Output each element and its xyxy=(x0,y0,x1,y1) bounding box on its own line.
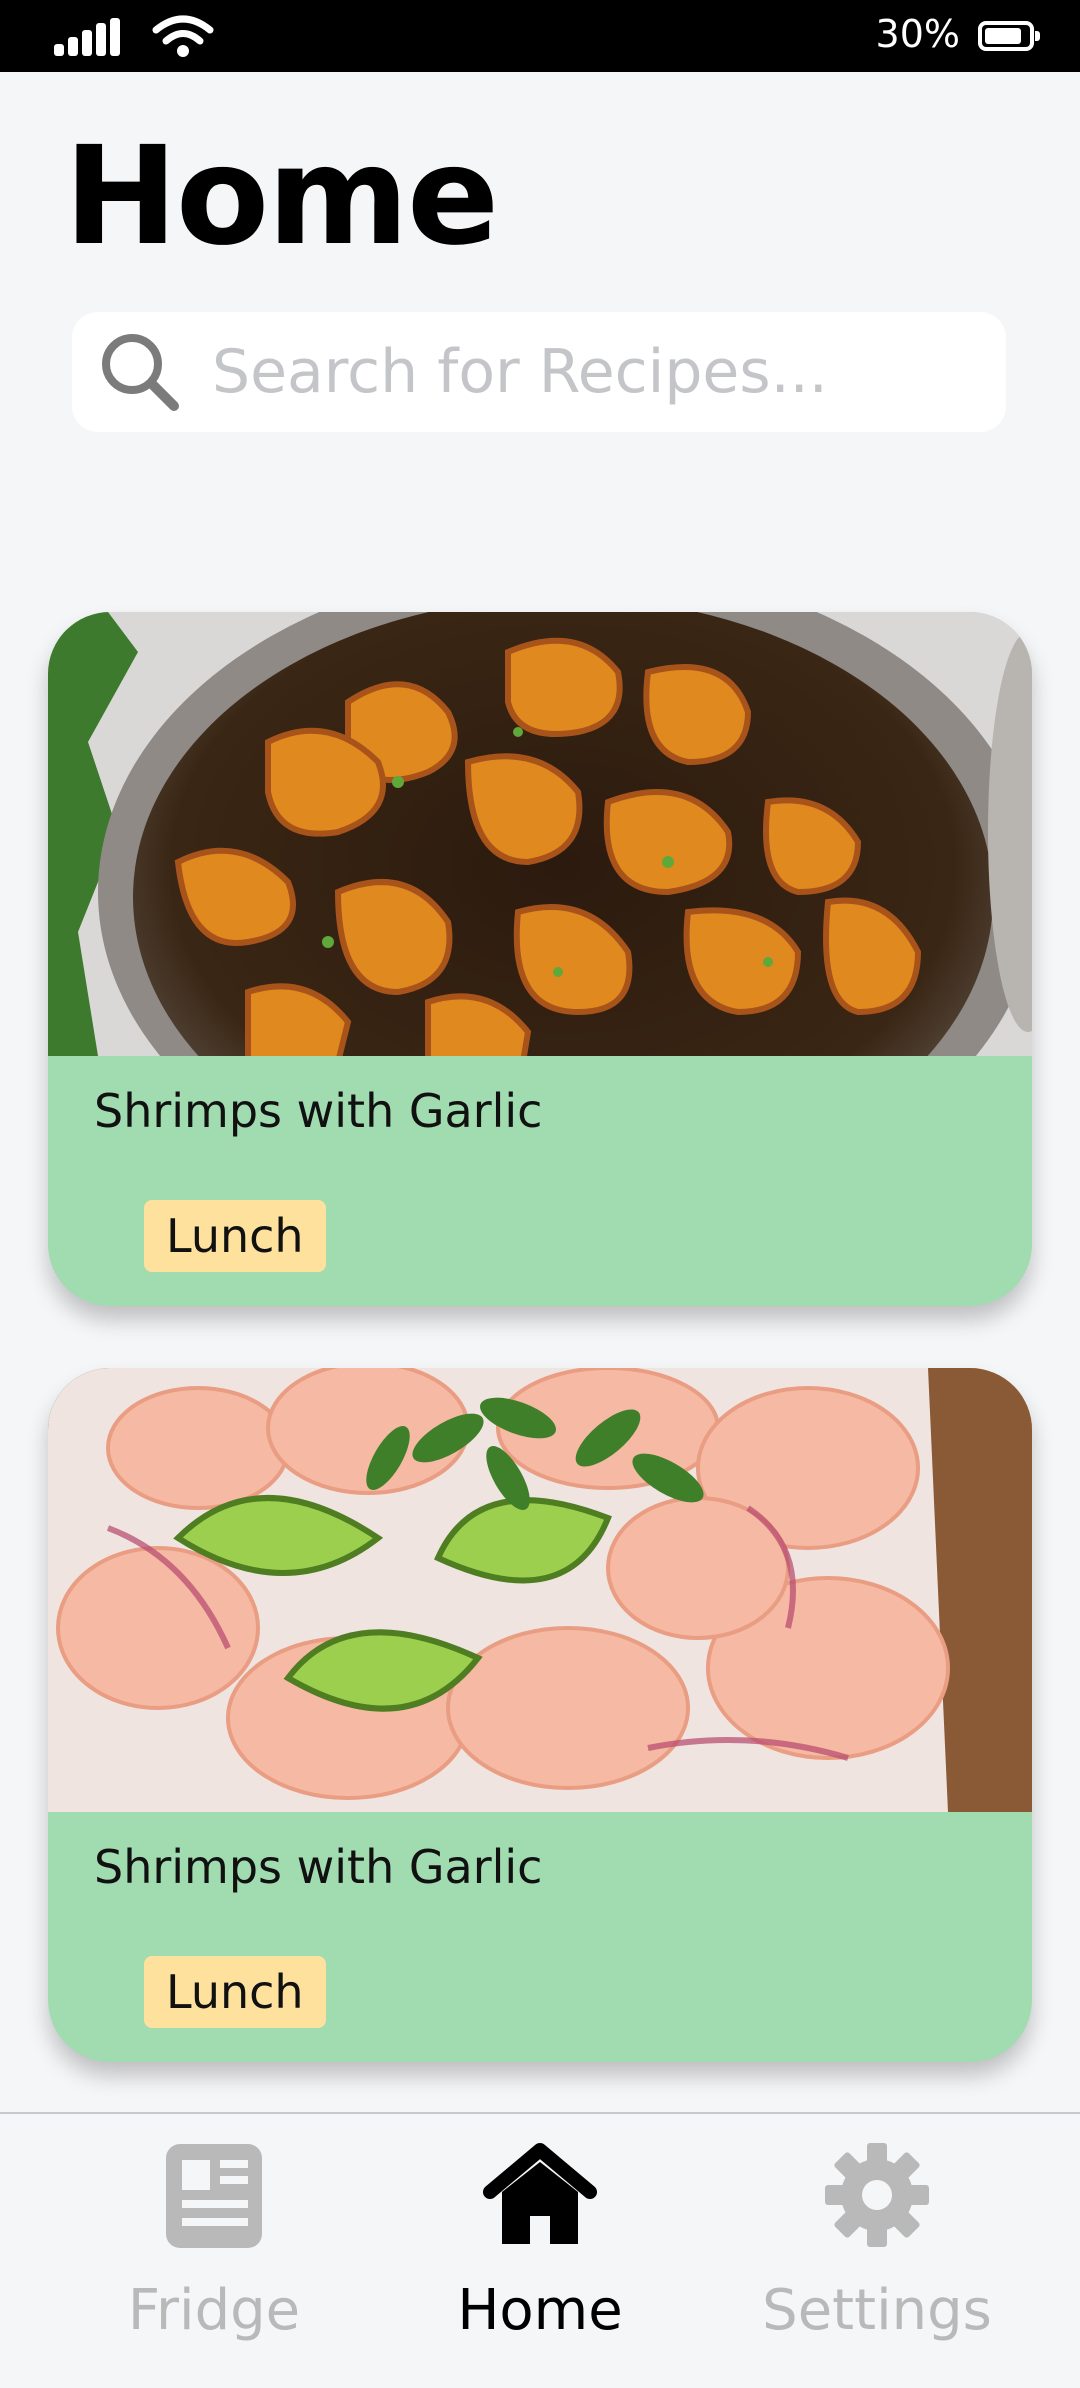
battery-icon xyxy=(978,21,1040,51)
search-input[interactable] xyxy=(212,312,972,432)
fridge-icon xyxy=(166,2144,262,2248)
nav-item-home[interactable]: Home xyxy=(390,2114,690,2388)
recipe-card[interactable]: Shrimps with Garlic Lunch xyxy=(48,1368,1032,2062)
battery-percent: 30% xyxy=(875,12,960,56)
nav-item-fridge[interactable]: Fridge xyxy=(64,2114,364,2388)
recipe-card[interactable]: Shrimps with Garlic Lunch xyxy=(48,612,1032,1306)
nav-label: Fridge xyxy=(127,2278,301,2343)
recipe-image[interactable] xyxy=(48,1368,1032,1812)
recipe-image[interactable] xyxy=(48,612,1032,1056)
wifi-icon xyxy=(152,15,214,57)
recipe-title: Shrimps with Garlic xyxy=(94,1840,543,1894)
recipe-title: Shrimps with Garlic xyxy=(94,1084,543,1138)
meal-tag: Lunch xyxy=(144,1956,326,2028)
status-bar: 30% xyxy=(0,0,1080,72)
meal-tag: Lunch xyxy=(144,1200,326,1272)
home-icon xyxy=(483,2143,597,2244)
page-title: Home xyxy=(64,118,499,276)
search-bar[interactable] xyxy=(72,312,1006,432)
nav-item-settings[interactable]: Settings xyxy=(727,2114,1027,2388)
nav-label: Home xyxy=(457,2278,623,2343)
bottom-nav: Fridge Home Settings xyxy=(0,2112,1080,2388)
search-icon xyxy=(102,334,179,411)
gear-icon xyxy=(825,2143,929,2247)
signal-icon xyxy=(54,18,120,56)
nav-label: Settings xyxy=(762,2278,992,2343)
